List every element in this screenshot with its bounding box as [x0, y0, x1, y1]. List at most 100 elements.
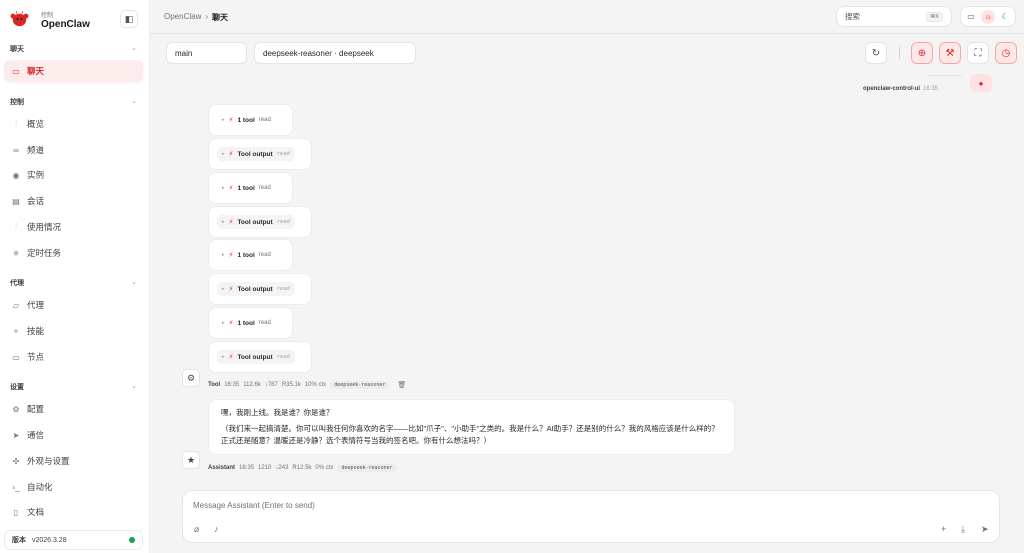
tool-output-summary[interactable]: ▸ ⚡ Tool output read [217, 350, 295, 364]
sidebar-item-usage[interactable]: ⫶ 使用情况 [4, 216, 143, 238]
chevron-down-icon[interactable]: ⌄ [131, 44, 137, 52]
sidebar-item-label: 通信 [27, 430, 45, 440]
tool-output-summary[interactable]: ▸ ⚡ Tool output read [217, 147, 295, 161]
clock-icon: ◷ [1001, 47, 1011, 59]
breadcrumb-root[interactable]: OpenClaw [164, 12, 201, 23]
sidebar-item-chat[interactable]: ▭ 聊天 [4, 60, 143, 82]
folder-icon: ▱ [12, 300, 20, 310]
monitor-icon[interactable]: ▭ [967, 12, 975, 21]
expand-triangle-icon: ▸ [222, 117, 225, 123]
tool-call-summary[interactable]: ▸ ⚡ 1 tool read [217, 316, 276, 330]
microphone-icon[interactable]: ♪ [214, 524, 219, 534]
tool-call-card[interactable]: ▸ ⚡ 1 tool read [208, 104, 293, 136]
document-icon: ▤ [12, 196, 20, 206]
bolt-icon: ⚡ [228, 219, 234, 226]
moon-icon[interactable]: ☾ [1002, 12, 1009, 21]
sidebar-item-nodes[interactable]: ▭ 节点 [4, 346, 143, 368]
tool-output-card[interactable]: ▸ ⚡ Tool output read [208, 138, 312, 170]
refresh-button[interactable]: ↻ [865, 42, 887, 64]
version-label: 版本 [12, 537, 26, 544]
chevron-down-icon[interactable]: ⌄ [131, 278, 137, 286]
focus-icon: ⛶ [974, 47, 982, 59]
loader-icon: ✳ [12, 248, 20, 258]
paperclip-icon[interactable]: ⌀ [194, 524, 199, 535]
search-input[interactable]: 搜索 ⌘K [836, 6, 952, 27]
chevron-down-icon[interactable]: ⌄ [131, 97, 137, 105]
bolt-icon: ⚡ [228, 117, 234, 124]
sidebar-item-appearance[interactable]: ✣ 外观与设置 [4, 450, 143, 472]
tool-call-card[interactable]: ▸ ⚡ 1 tool read [208, 172, 293, 204]
nav-group-chat[interactable]: 聊天 [10, 44, 24, 54]
sidebar-item-label: 文档 [27, 507, 45, 517]
tool-output-tag: read [276, 219, 290, 225]
sidebar-item-agents[interactable]: ▱ 代理 [4, 294, 143, 316]
chevron-down-icon[interactable]: ⌄ [131, 382, 137, 390]
tool-call-summary[interactable]: ▸ ⚡ 1 tool read [217, 181, 276, 195]
tool-call-label: 1 tool [237, 251, 255, 259]
session-select[interactable]: main [166, 42, 247, 64]
trash-icon[interactable]: 🗑 [397, 381, 406, 389]
plus-icon[interactable]: + [941, 524, 946, 534]
tool-output-card[interactable]: ▸ ⚡ Tool output read [208, 206, 312, 238]
wrench-icon: ⚒ [945, 47, 955, 59]
tool-output-card[interactable]: ▸ ⚡ Tool output read [208, 273, 312, 305]
nav-group-settings[interactable]: 设置 [10, 382, 24, 392]
user-avatar: ● [970, 74, 992, 92]
tool-output-summary[interactable]: ▸ ⚡ Tool output read [217, 215, 295, 229]
sun-icon[interactable]: ☼ [981, 9, 996, 24]
meta-time: 16:35 [224, 382, 240, 388]
monitor-icon: ▭ [12, 352, 20, 362]
nav-group-control[interactable]: 控制 [10, 97, 24, 107]
meta-sender: Tool [208, 382, 221, 388]
sidebar-item-automation[interactable]: ›_ 自动化 [4, 476, 143, 498]
expand-triangle-icon: ▸ [222, 354, 225, 360]
message-composer[interactable]: Message Assistant (Enter to send) ⌀ ♪ + … [182, 490, 1000, 543]
sidebar-item-label: 会话 [27, 196, 45, 206]
sidebar-item-config[interactable]: ⚙ 配置 [4, 398, 143, 420]
nav-group-agents[interactable]: 代理 [10, 278, 24, 288]
sidebar-item-channels[interactable]: ∞ 频道 [4, 139, 143, 161]
sidebar-collapse-button[interactable]: ◧ [120, 10, 138, 28]
sidebar-item-label: 概览 [27, 119, 45, 129]
tools-toggle-button[interactable]: ⚒ [939, 42, 961, 64]
connection-status-dot [129, 537, 135, 543]
thinking-toggle-button[interactable]: ⊕ [911, 42, 933, 64]
tool-call-label: 1 tool [237, 116, 255, 124]
brand[interactable]: 控制 OpenClaw ◧ [8, 8, 142, 30]
tool-message-meta: Tool 16:35 112.6k ↓787 R35.1k 10% ctx de… [208, 381, 406, 389]
sidebar-item-overview[interactable]: ⫶ 概览 [4, 113, 143, 135]
meta-time: 16:35 [239, 465, 255, 471]
assistant-message-line: 嘿，我刚上线。我是谁？你是谁？ [221, 408, 334, 417]
chat-bubble-icon: ▭ [12, 66, 20, 76]
sidebar-item-docs[interactable]: ▯ 文档 [4, 501, 143, 523]
brain-icon: ⊕ [917, 47, 927, 59]
tool-call-summary[interactable]: ▸ ⚡ 1 tool read [217, 113, 276, 127]
toolbar-divider [899, 47, 900, 59]
sidebar-item-communication[interactable]: ➤ 通信 [4, 424, 143, 446]
sidebar-item-skills[interactable]: ✧ 技能 [4, 320, 143, 342]
user-icon: ● [978, 78, 984, 88]
tool-output-summary[interactable]: ▸ ⚡ Tool output read [217, 282, 295, 296]
meta-input-tokens: 1210 [258, 465, 272, 471]
download-icon[interactable]: ⤓ [961, 524, 965, 535]
tool-call-card[interactable]: ▸ ⚡ 1 tool read [208, 307, 293, 339]
brand-subtitle: 控制 [41, 13, 54, 19]
sidebar-item-instances[interactable]: ◉ 实例 [4, 164, 143, 186]
sidebar-item-sessions[interactable]: ▤ 会话 [4, 190, 143, 212]
focus-mode-button[interactable]: ⛶ [967, 42, 989, 64]
tool-call-card[interactable]: ▸ ⚡ 1 tool read [208, 239, 293, 271]
version-value: v2026.3.28 [32, 536, 67, 544]
meta-cache-read: R35.1k [281, 382, 301, 388]
send-icon[interactable]: ➤ [981, 524, 989, 535]
breadcrumb-separator: › [205, 12, 209, 21]
tool-output-label: Tool output [237, 150, 273, 158]
meta-sender: Assistant [208, 465, 236, 471]
sidebar-item-label: 实例 [27, 170, 45, 180]
model-select[interactable]: deepseek-reasoner · deepseek [254, 42, 416, 64]
expand-triangle-icon: ▸ [222, 320, 225, 326]
book-icon: ▯ [13, 507, 19, 517]
tool-output-card[interactable]: ▸ ⚡ Tool output read [208, 341, 312, 373]
sidebar-item-cron[interactable]: ✳ 定时任务 [4, 242, 143, 264]
tool-call-summary[interactable]: ▸ ⚡ 1 tool read [217, 248, 276, 262]
history-toggle-button[interactable]: ◷ [995, 42, 1017, 64]
